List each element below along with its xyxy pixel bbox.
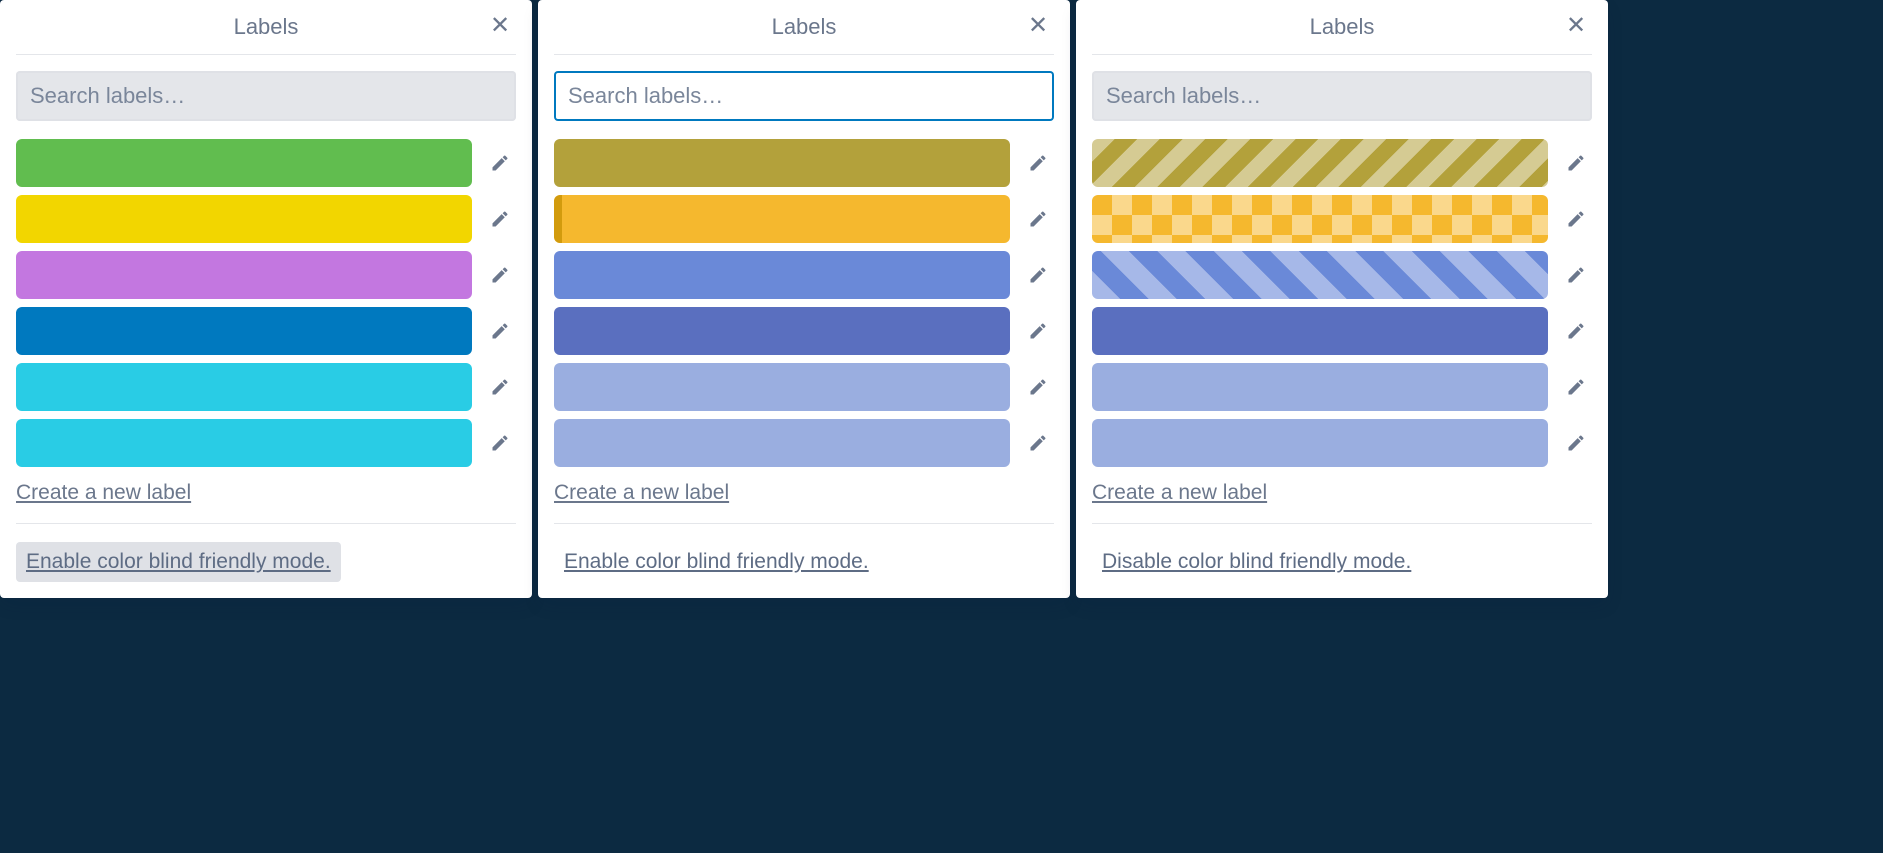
search-input[interactable] xyxy=(16,71,516,121)
pencil-icon[interactable] xyxy=(484,203,516,235)
pencil-icon[interactable] xyxy=(484,315,516,347)
labels-list xyxy=(1092,139,1592,467)
label-row xyxy=(554,251,1054,299)
create-label-section: Create a new label xyxy=(16,481,516,524)
colorblind-toggle-link[interactable]: Disable color blind friendly mode. xyxy=(1092,542,1421,582)
labels-list xyxy=(554,139,1054,467)
pencil-icon[interactable] xyxy=(1022,371,1054,403)
label-row xyxy=(16,251,516,299)
label-swatch[interactable] xyxy=(16,139,472,187)
pencil-icon[interactable] xyxy=(1560,371,1592,403)
label-swatch[interactable] xyxy=(16,195,472,243)
label-row xyxy=(16,363,516,411)
label-row xyxy=(554,195,1054,243)
pencil-icon[interactable] xyxy=(1022,259,1054,291)
pencil-icon[interactable] xyxy=(1560,259,1592,291)
create-label-section: Create a new label xyxy=(554,481,1054,524)
label-swatch[interactable] xyxy=(554,307,1010,355)
label-swatch[interactable] xyxy=(554,195,1010,243)
label-swatch[interactable] xyxy=(16,251,472,299)
search-input[interactable] xyxy=(1092,71,1592,121)
labels-popover: Labels ✕ Create a new label Enable color… xyxy=(538,0,1070,598)
popover-header: Labels ✕ xyxy=(554,0,1054,55)
labels-popover: Labels ✕ Create a new label Disable colo… xyxy=(1076,0,1608,598)
popover-header: Labels ✕ xyxy=(1092,0,1592,55)
label-row xyxy=(16,195,516,243)
label-row xyxy=(1092,363,1592,411)
create-label-section: Create a new label xyxy=(1092,481,1592,524)
pencil-icon[interactable] xyxy=(484,371,516,403)
colorblind-toggle-link[interactable]: Enable color blind friendly mode. xyxy=(554,542,879,582)
label-swatch[interactable] xyxy=(1092,195,1548,243)
label-row xyxy=(1092,419,1592,467)
label-row xyxy=(1092,195,1592,243)
pencil-icon[interactable] xyxy=(1022,315,1054,347)
label-row xyxy=(554,363,1054,411)
label-edge-indicator xyxy=(554,195,562,243)
label-row xyxy=(554,307,1054,355)
labels-popover: Labels ✕ Create a new label Enable color… xyxy=(0,0,532,598)
label-row xyxy=(16,419,516,467)
close-icon[interactable]: ✕ xyxy=(484,10,516,42)
colorblind-toggle-section: Enable color blind friendly mode. xyxy=(16,542,516,582)
create-label-link[interactable]: Create a new label xyxy=(554,481,729,504)
colorblind-toggle-link[interactable]: Enable color blind friendly mode. xyxy=(16,542,341,582)
pencil-icon[interactable] xyxy=(1022,203,1054,235)
label-swatch[interactable] xyxy=(1092,251,1548,299)
pencil-icon[interactable] xyxy=(1022,147,1054,179)
label-row xyxy=(16,307,516,355)
label-row xyxy=(16,139,516,187)
popover-title: Labels xyxy=(772,14,837,39)
label-swatch[interactable] xyxy=(554,139,1010,187)
pencil-icon[interactable] xyxy=(1022,427,1054,459)
label-row xyxy=(1092,251,1592,299)
label-swatch[interactable] xyxy=(554,251,1010,299)
label-swatch[interactable] xyxy=(1092,307,1548,355)
label-swatch[interactable] xyxy=(16,307,472,355)
label-swatch[interactable] xyxy=(554,363,1010,411)
label-row xyxy=(1092,307,1592,355)
label-swatch[interactable] xyxy=(1092,363,1548,411)
pencil-icon[interactable] xyxy=(484,259,516,291)
close-icon[interactable]: ✕ xyxy=(1560,10,1592,42)
labels-list xyxy=(16,139,516,467)
label-swatch[interactable] xyxy=(16,419,472,467)
popover-title: Labels xyxy=(234,14,299,39)
label-swatch[interactable] xyxy=(554,419,1010,467)
colorblind-toggle-section: Enable color blind friendly mode. xyxy=(554,542,1054,582)
label-swatch[interactable] xyxy=(1092,419,1548,467)
close-icon[interactable]: ✕ xyxy=(1022,10,1054,42)
label-swatch[interactable] xyxy=(16,363,472,411)
create-label-link[interactable]: Create a new label xyxy=(1092,481,1267,504)
popover-header: Labels ✕ xyxy=(16,0,516,55)
label-row xyxy=(554,419,1054,467)
pencil-icon[interactable] xyxy=(1560,315,1592,347)
pencil-icon[interactable] xyxy=(1560,147,1592,179)
pencil-icon[interactable] xyxy=(1560,427,1592,459)
popover-title: Labels xyxy=(1310,14,1375,39)
label-row xyxy=(1092,139,1592,187)
pencil-icon[interactable] xyxy=(484,147,516,179)
label-swatch[interactable] xyxy=(1092,139,1548,187)
colorblind-toggle-section: Disable color blind friendly mode. xyxy=(1092,542,1592,582)
label-row xyxy=(554,139,1054,187)
pencil-icon[interactable] xyxy=(484,427,516,459)
create-label-link[interactable]: Create a new label xyxy=(16,481,191,504)
pencil-icon[interactable] xyxy=(1560,203,1592,235)
search-input[interactable] xyxy=(554,71,1054,121)
